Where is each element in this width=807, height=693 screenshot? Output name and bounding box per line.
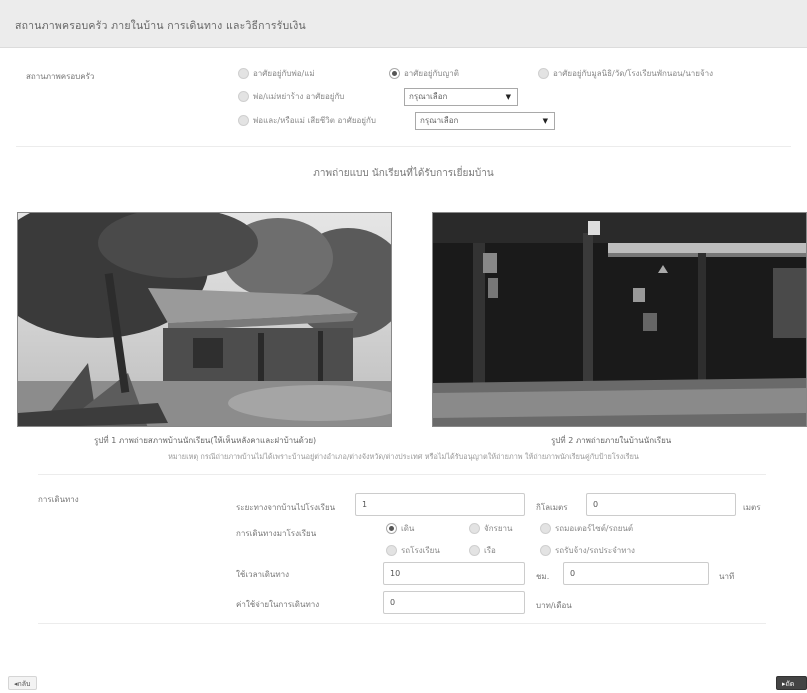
photo-2-caption: รูปที่ 2 ภาพถ่ายภายในบ้านนักเรียน — [551, 436, 672, 445]
distance-km-input[interactable]: 1 — [355, 493, 525, 516]
photo-1-caption: รูปที่ 1 ภาพถ่ายสภาพบ้านนักเรียน(ให้เห็น… — [94, 436, 317, 445]
radio-circle[interactable] — [540, 545, 551, 556]
radio-live-with-relatives[interactable]: อาศัยอยู่กับญาติ — [389, 67, 459, 80]
distance-m-input[interactable]: 0 — [586, 493, 736, 516]
radio-label: รถโรงเรียน — [401, 546, 440, 555]
radio-circle[interactable] — [538, 68, 549, 79]
radio-label: รถมอเตอร์ไซต์/รถยนต์ — [555, 524, 634, 533]
house-interior-image — [433, 213, 806, 426]
radio-label: พ่อ/แม่หย่าร้าง อาศัยอยู่กับ — [253, 92, 345, 101]
photos-section-title: ภาพถ่ายแบบ นักเรียนที่ได้รับการเยี่ยมบ้า… — [313, 168, 494, 179]
travel-hours-input[interactable]: 10 — [383, 562, 525, 585]
m-unit-label: เมตร — [743, 503, 761, 512]
house-exterior-image — [18, 213, 391, 426]
radio-circle[interactable] — [469, 545, 480, 556]
radio-method-public-transport[interactable]: รถรับจ้าง/รถประจำทาง — [540, 544, 635, 557]
radio-live-with-parents[interactable]: อาศัยอยู่กับพ่อ/แม่ — [238, 67, 315, 80]
divider — [38, 474, 766, 475]
select-divorced-live-with[interactable]: กรุณาเลือก ▼ — [404, 88, 518, 106]
km-unit-label: กิโลเมตร — [536, 503, 568, 512]
panel-title: สถานภาพครอบครัว ภายในบ้าน การเดินทาง และ… — [15, 20, 306, 32]
cost-unit-label: บาท/เดือน — [536, 601, 572, 610]
divider — [16, 146, 791, 147]
radio-method-motorcycle-car[interactable]: รถมอเตอร์ไซต์/รถยนต์ — [540, 522, 633, 535]
radio-circle[interactable] — [238, 115, 249, 126]
minute-unit-label: นาที — [719, 572, 735, 581]
radio-circle[interactable] — [469, 523, 480, 534]
radio-circle[interactable] — [238, 68, 249, 79]
travel-cost-input[interactable]: 0 — [383, 591, 525, 614]
radio-method-school-bus[interactable]: รถโรงเรียน — [386, 544, 440, 557]
back-button[interactable]: ◂กลับ — [8, 676, 37, 690]
chevron-down-icon: ▼ — [542, 117, 548, 125]
radio-method-walk[interactable]: เดิน — [386, 522, 414, 535]
radio-label: เดิน — [401, 524, 415, 533]
hour-unit-label: ชม. — [536, 572, 550, 581]
chevron-down-icon: ▼ — [505, 93, 511, 101]
radio-label: เรือ — [484, 546, 496, 555]
radio-parents-divorced[interactable]: พ่อ/แม่หย่าร้าง อาศัยอยู่กับ — [238, 90, 344, 103]
photo-note: หมายเหตุ กรณีถ่ายภาพบ้านไม่ได้เพราะบ้านอ… — [168, 452, 639, 461]
radio-method-boat[interactable]: เรือ — [469, 544, 496, 557]
radio-circle[interactable] — [238, 91, 249, 102]
travel-time-label: ใช้เวลาเดินทาง — [236, 570, 290, 579]
select-value: กรุณาเลือก — [409, 92, 448, 101]
radio-live-with-foundation[interactable]: อาศัยอยู่กับมูลนิธิ/วัด/โรงเรียนพักนอน/น… — [538, 67, 713, 80]
house-interior-photo — [432, 212, 807, 427]
radio-label: จักรยาน — [484, 524, 513, 533]
select-value: กรุณาเลือก — [420, 116, 459, 125]
distance-label: ระยะทางจากบ้านไปโรงเรียน — [236, 503, 336, 512]
radio-label: อาศัยอยู่กับญาติ — [404, 69, 459, 78]
travel-section-label: การเดินทาง — [38, 495, 79, 504]
travel-method-label: การเดินทางมาโรงเรียน — [236, 529, 317, 538]
radio-label: อาศัยอยู่กับพ่อ/แม่ — [253, 69, 315, 78]
radio-circle[interactable] — [386, 545, 397, 556]
radio-method-bicycle[interactable]: จักรยาน — [469, 522, 512, 535]
panel-header: สถานภาพครอบครัว ภายในบ้าน การเดินทาง และ… — [0, 0, 807, 48]
travel-minutes-input[interactable]: 0 — [563, 562, 709, 585]
radio-circle-checked[interactable] — [389, 68, 400, 79]
radio-label: รถรับจ้าง/รถประจำทาง — [555, 546, 635, 555]
radio-label: พ่อและ/หรือแม่ เสียชีวิต อาศัยอยู่กับ — [253, 116, 376, 125]
radio-circle-checked[interactable] — [386, 523, 397, 534]
travel-cost-label: ค่าใช้จ่ายในการเดินทาง — [236, 600, 320, 609]
radio-circle[interactable] — [540, 523, 551, 534]
next-button[interactable]: ▸ถัดไป — [776, 676, 807, 690]
house-exterior-photo — [17, 212, 392, 427]
divider — [38, 623, 766, 624]
radio-label: อาศัยอยู่กับมูลนิธิ/วัด/โรงเรียนพักนอน/น… — [553, 69, 714, 78]
radio-parent-deceased[interactable]: พ่อและ/หรือแม่ เสียชีวิต อาศัยอยู่กับ — [238, 114, 376, 127]
select-deceased-live-with[interactable]: กรุณาเลือก ▼ — [415, 112, 555, 130]
family-status-label: สถานภาพครอบครัว — [26, 72, 95, 81]
